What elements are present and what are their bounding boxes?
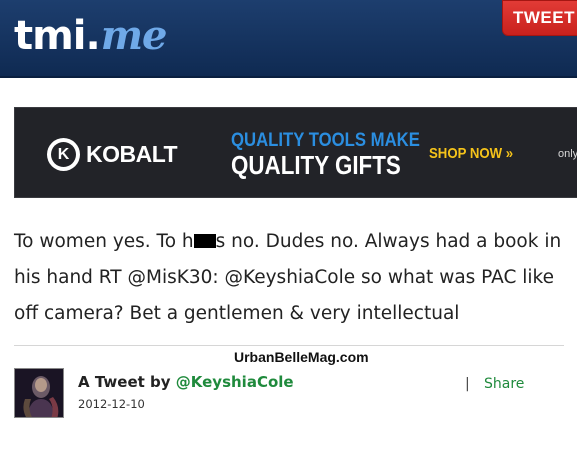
site-header: tmi. me TWEET <box>0 0 577 78</box>
ad-banner[interactable]: K KOBALT QUALITY TOOLS MAKE QUALITY GIFT… <box>14 107 577 198</box>
tweet-date: 2012-12-10 <box>78 397 145 411</box>
tweet-author-line: A Tweet by @KeyshiaCole <box>78 373 294 391</box>
tweet-body: To women yes. To hs no. Dudes no. Always… <box>14 224 574 332</box>
logo-text-tmi: tmi <box>14 13 87 59</box>
site-logo[interactable]: tmi. me <box>14 12 167 62</box>
watermark: UrbanBelleMag.com <box>234 349 369 365</box>
avatar[interactable] <box>14 368 64 418</box>
avatar-photo-icon <box>15 369 63 417</box>
kobalt-k-letter: K <box>51 141 76 167</box>
divider <box>14 345 564 346</box>
ad-headline-1: QUALITY TOOLS MAKE <box>231 130 420 151</box>
logo-text-me: me <box>100 12 168 59</box>
share-link[interactable]: Share <box>484 376 524 392</box>
ad-shop-now-link[interactable]: SHOP NOW » <box>429 145 513 162</box>
kobalt-brand-text: KOBALT <box>86 140 178 167</box>
tweet-button[interactable]: TWEET <box>502 0 577 36</box>
ad-shop-now-label: SHOP NOW <box>429 145 503 162</box>
ad-headline-2: QUALITY GIFTS <box>231 150 401 180</box>
kobalt-k-icon: K <box>47 137 80 171</box>
author-handle-link[interactable]: @KeyshiaCole <box>176 373 294 391</box>
kobalt-logo: K KOBALT <box>47 137 178 171</box>
logo-text-dot: . <box>85 13 101 59</box>
tweet-body-part1: To women yes. To h <box>14 231 194 252</box>
tweet-by-label: A Tweet by <box>78 373 171 391</box>
censor-bar <box>193 234 216 248</box>
share-separator: | <box>465 376 470 392</box>
ad-only-text: only <box>558 148 577 160</box>
ad-shop-now-arrow-icon: » <box>505 145 514 162</box>
